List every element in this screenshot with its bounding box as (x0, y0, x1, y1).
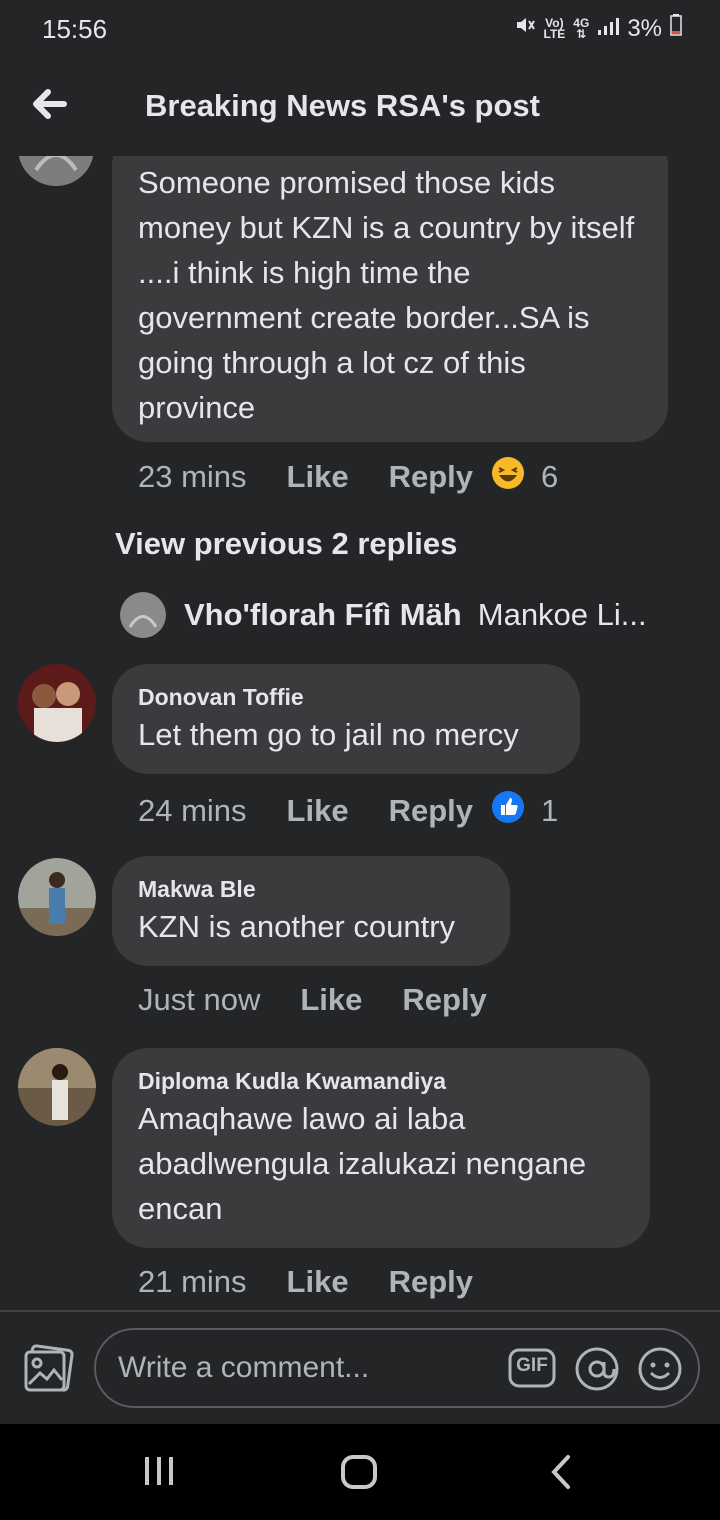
photo-icon[interactable] (22, 1342, 74, 1394)
page-title: Breaking News RSA's post (145, 88, 540, 123)
comment-time: 21 mins (138, 1264, 247, 1299)
emoji-icon[interactable] (637, 1346, 683, 1392)
reply-author: Vho'florah Fífì Mäh (184, 597, 462, 632)
comment-bubble[interactable]: Someone promised those kids money but KZ… (112, 130, 668, 442)
avatar[interactable] (18, 664, 96, 742)
data-arrows-icon: ⇅ (576, 26, 587, 41)
comment-author[interactable]: Donovan Toffie (138, 682, 554, 712)
header-overlay: Breaking News RSA's post (0, 60, 720, 156)
gif-icon[interactable]: GIF (508, 1348, 556, 1388)
comment-meta: 24 mins Like Reply 1 (138, 790, 558, 832)
status-bar: 15:56 Vo) LTE 4G ⇅ 3% (0, 0, 720, 60)
haha-reaction-icon[interactable] (491, 456, 525, 498)
reply-button[interactable]: Reply (389, 459, 473, 495)
system-nav-bar (0, 1424, 720, 1520)
like-reaction-icon[interactable] (491, 790, 525, 832)
comment-input-placeholder: Write a comment... (118, 1351, 370, 1384)
reply-button[interactable]: Reply (389, 1264, 473, 1300)
comment-meta: 23 mins Like Reply 6 (138, 456, 558, 498)
avatar (120, 592, 166, 638)
comment-time: 23 mins (138, 459, 247, 494)
volte-indicator: Vo) LTE (543, 17, 566, 41)
reaction-count: 6 (541, 459, 559, 494)
comment-time: 24 mins (138, 793, 247, 828)
reply-preview[interactable]: Vho'florah Fífì Mäh Mankoe Li... (120, 592, 647, 638)
reply-text: Mankoe Li... (477, 597, 647, 632)
battery-percent: 3% (627, 14, 662, 42)
reaction-count: 1 (541, 793, 559, 828)
comment-bubble[interactable]: Donovan Toffie Let them go to jail no me… (112, 664, 580, 774)
mute-icon (514, 14, 536, 43)
status-icons: Vo) LTE 4G ⇅ 3% (514, 14, 682, 43)
like-button[interactable]: Like (287, 1264, 349, 1300)
battery-icon (670, 14, 682, 43)
comment-text: Amaqhawe lawo ai laba abadlwengula izalu… (138, 1101, 587, 1226)
like-button[interactable]: Like (287, 459, 349, 495)
volte-bottom: LTE (543, 26, 566, 41)
reply-button[interactable]: Reply (389, 793, 473, 829)
view-previous-replies-link[interactable]: View previous 2 replies (115, 526, 457, 562)
back-nav-icon[interactable] (548, 1454, 574, 1495)
like-button[interactable]: Like (287, 793, 349, 829)
comment-time: Just now (138, 982, 261, 1017)
comment-meta: 21 mins Like Reply (138, 1264, 513, 1300)
comment-text: KZN is another country (138, 909, 456, 944)
comment-bubble[interactable]: Diploma Kudla Kwamandiya Amaqhawe lawo a… (112, 1048, 650, 1248)
comment-author[interactable]: Diploma Kudla Kwamandiya (138, 1066, 624, 1096)
back-arrow-icon[interactable] (28, 84, 68, 124)
mention-icon[interactable] (574, 1346, 620, 1392)
like-button[interactable]: Like (300, 982, 362, 1018)
reply-button[interactable]: Reply (402, 982, 486, 1018)
comment-author[interactable]: Makwa Ble (138, 874, 484, 904)
status-time: 15:56 (42, 14, 108, 44)
gif-label: GIF (516, 1355, 548, 1376)
recents-icon[interactable] (142, 1454, 176, 1493)
network-type-indicator: 4G ⇅ (573, 17, 589, 41)
comment-text: Someone promised those kids money but KZ… (138, 165, 635, 425)
home-icon[interactable] (340, 1454, 378, 1495)
signal-icon (597, 15, 620, 43)
comment-text: Let them go to jail no mercy (138, 717, 519, 752)
comment-bubble[interactable]: Makwa Ble KZN is another country (112, 856, 510, 966)
avatar[interactable] (18, 858, 96, 936)
comment-meta: Just now Like Reply (138, 982, 527, 1018)
avatar[interactable] (18, 1048, 96, 1126)
